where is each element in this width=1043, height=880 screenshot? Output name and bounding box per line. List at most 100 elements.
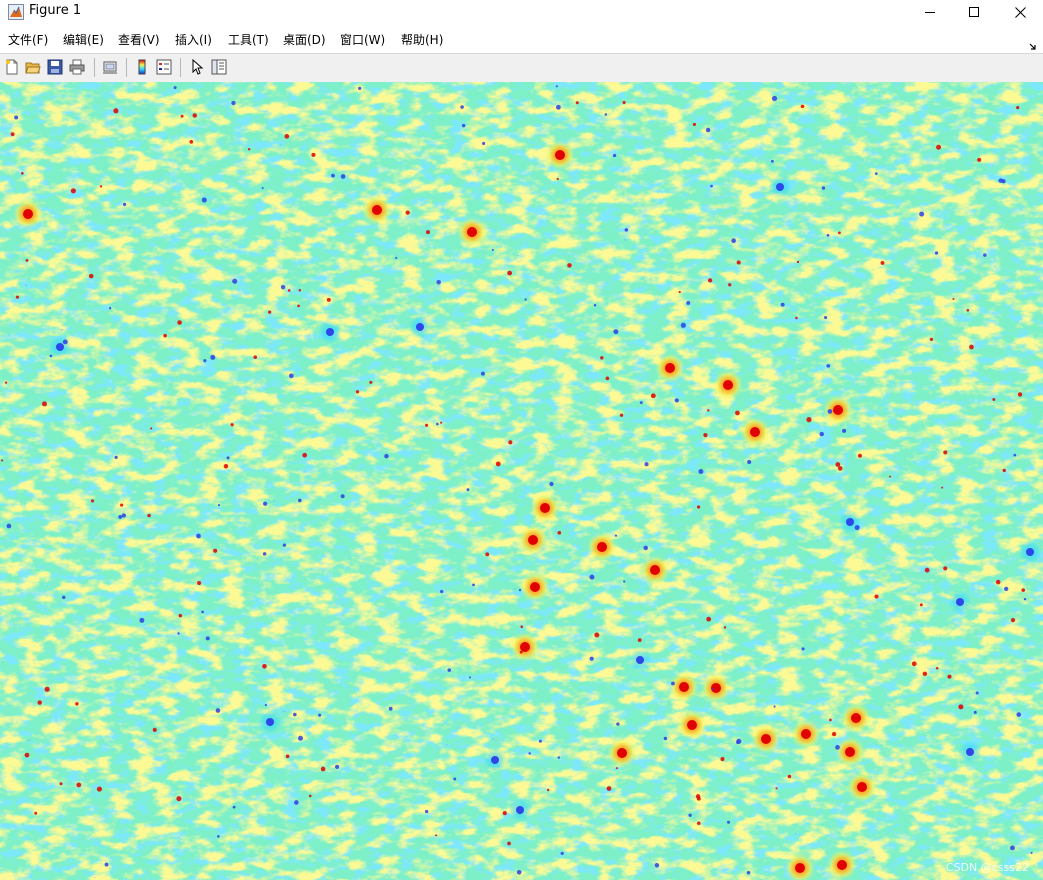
coldspot-core — [491, 756, 499, 764]
speckle-blue — [263, 501, 268, 506]
open-file-icon[interactable] — [24, 58, 42, 76]
speckle-red — [369, 380, 373, 384]
speckle-blue — [460, 105, 464, 109]
speckle-red — [831, 731, 837, 737]
maximize-button[interactable] — [951, 0, 997, 24]
speckle-red — [941, 486, 944, 489]
save-icon[interactable] — [46, 58, 64, 76]
speckle-blue — [555, 104, 561, 110]
speckle-blue — [821, 186, 826, 190]
figure-toolbar — [0, 53, 1043, 83]
menu-view[interactable]: 查看(V) — [118, 31, 160, 48]
speckle-red — [600, 356, 604, 360]
title-bar[interactable]: Figure 1 — [0, 0, 1043, 24]
speckle-red — [575, 101, 579, 105]
speckle-blue — [528, 752, 531, 755]
speckle-blue — [771, 95, 778, 102]
coldspot-core — [416, 323, 424, 331]
speckle-blue — [819, 431, 824, 437]
speckle-blue — [201, 610, 204, 614]
speckle-red — [943, 450, 948, 455]
speckle-blue — [680, 322, 686, 328]
speckle-red — [508, 440, 513, 445]
speckle-blue — [203, 359, 207, 363]
speckle-red — [1021, 588, 1026, 592]
new-figure-icon[interactable] — [3, 58, 21, 76]
coldspot-core — [846, 518, 854, 526]
insert-legend-icon[interactable] — [155, 58, 173, 76]
speckle-blue — [358, 86, 362, 90]
menu-insert[interactable]: 插入(I) — [175, 31, 212, 48]
speckle-blue — [710, 184, 713, 188]
menu-tools[interactable]: 工具(T) — [228, 31, 269, 48]
coldspot-core — [966, 748, 974, 756]
speckle-blue — [643, 545, 648, 551]
speckle-blue — [334, 764, 340, 769]
speckle-red — [192, 113, 197, 118]
hotspot-core — [597, 542, 607, 552]
speckle-blue — [614, 534, 618, 537]
speckle-blue — [686, 300, 691, 305]
menu-window[interactable]: 窗口(W) — [340, 31, 385, 48]
speckle-red — [10, 132, 15, 137]
coldspot-core — [636, 656, 644, 664]
minimize-button[interactable] — [907, 0, 953, 24]
speckle-blue — [688, 813, 692, 817]
menu-desktop[interactable]: 桌面(D) — [283, 31, 326, 48]
close-button[interactable] — [997, 0, 1043, 24]
maximize-icon — [968, 6, 979, 17]
speckle-blue — [480, 371, 485, 376]
speckle-red — [425, 230, 430, 235]
speckle-blue — [746, 870, 751, 875]
speckle-red — [605, 376, 610, 381]
close-icon — [1014, 6, 1026, 18]
speckle-red — [59, 782, 63, 786]
speckle-blue — [424, 809, 429, 814]
jet-colormap-image — [0, 82, 1043, 880]
speckle-red — [268, 310, 272, 314]
speckle-red — [247, 148, 251, 151]
hotspot-core — [750, 427, 760, 437]
menu-file[interactable]: 文件(F) — [8, 31, 48, 48]
figure-canvas[interactable]: CSDN @csss22 — [0, 82, 1043, 880]
speckle-red — [308, 794, 312, 798]
edit-plot-pointer-icon[interactable] — [188, 58, 206, 76]
hotspot-core — [857, 782, 867, 792]
speckle-blue — [773, 705, 776, 708]
speckle-blue — [215, 708, 221, 713]
speckle-blue — [210, 354, 216, 360]
speckle-blue — [654, 863, 660, 868]
speckle-blue — [201, 197, 207, 203]
speckle-red — [44, 686, 50, 692]
link-plot-icon[interactable] — [101, 58, 119, 76]
speckle-blue — [842, 428, 847, 433]
speckle-red — [992, 398, 996, 401]
speckle-red — [253, 355, 258, 359]
speckle-red — [302, 452, 308, 458]
speckle-red — [919, 603, 923, 607]
speckle-red — [720, 757, 725, 762]
menu-edit[interactable]: 编辑(E) — [63, 31, 104, 48]
speckle-blue — [919, 211, 925, 217]
speckle-blue — [261, 187, 264, 190]
speckle-red — [88, 273, 94, 279]
speckle-red — [936, 144, 942, 150]
menu-help[interactable]: 帮助(H) — [401, 31, 443, 48]
speckle-red — [952, 297, 955, 301]
print-icon[interactable] — [68, 58, 86, 76]
speckle-red — [874, 594, 879, 599]
insert-colorbar-icon[interactable] — [133, 58, 151, 76]
speckle-blue — [62, 595, 66, 600]
speckle-red — [507, 841, 511, 846]
speckle-blue — [447, 668, 452, 672]
hotspot-core — [528, 535, 538, 545]
speckle-blue — [104, 862, 109, 867]
speckle-blue — [934, 251, 939, 255]
speckle-blue — [538, 739, 542, 743]
speckle-red — [947, 674, 952, 679]
coldspot-core — [326, 328, 334, 336]
speckle-red — [25, 258, 29, 262]
speckle-red — [795, 316, 798, 320]
speckle-red — [606, 786, 612, 792]
property-inspector-icon[interactable] — [210, 58, 228, 76]
